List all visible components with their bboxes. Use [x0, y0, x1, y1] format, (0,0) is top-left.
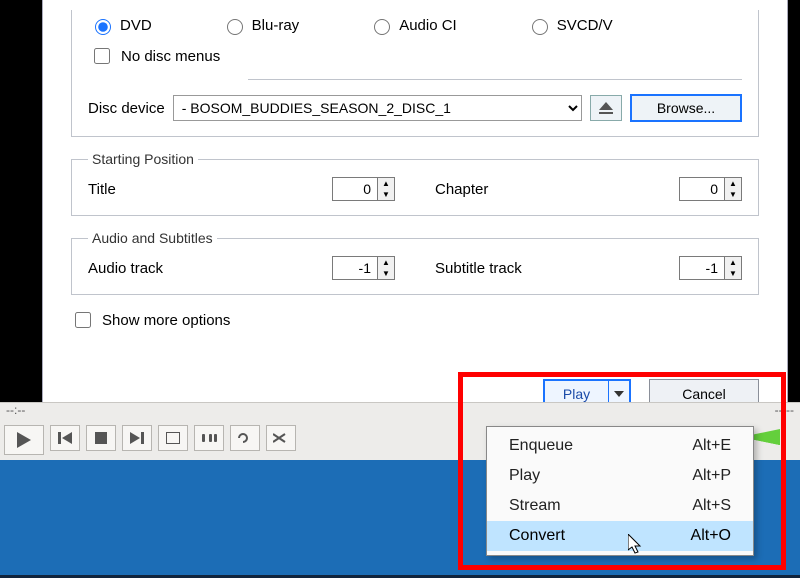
radio-bluray-label: Blu-ray — [252, 17, 300, 34]
title-up[interactable]: ▲ — [378, 178, 394, 189]
chapter-input[interactable] — [680, 178, 724, 200]
radio-dvd-label: DVD — [120, 17, 152, 34]
audio-subtitles-group: Audio and Subtitles Audio track ▲▼ Subti… — [71, 230, 759, 295]
menu-stream-accel: Alt+S — [692, 497, 731, 515]
menu-play-label: Play — [509, 467, 540, 485]
random-button[interactable] — [266, 425, 296, 451]
subtitle-up[interactable]: ▲ — [725, 257, 741, 268]
no-disc-menus-label: No disc menus — [121, 48, 220, 65]
show-more-input[interactable] — [75, 312, 91, 328]
radio-dvd[interactable]: DVD — [90, 16, 152, 35]
eject-button[interactable] — [590, 95, 622, 121]
radio-svcd-label: SVCD/V — [557, 17, 613, 34]
chevron-down-icon — [614, 391, 624, 397]
chapter-down[interactable]: ▼ — [725, 189, 741, 200]
radio-audiocd-label: Audio CI — [399, 17, 457, 34]
title-label: Title — [88, 181, 116, 198]
no-disc-menus-checkbox[interactable]: No disc menus — [88, 45, 742, 67]
prev-track-button[interactable] — [50, 425, 80, 451]
menu-convert[interactable]: Convert Alt+O — [487, 521, 753, 551]
menu-play-accel: Alt+P — [692, 467, 731, 485]
subtitle-down[interactable]: ▼ — [725, 268, 741, 279]
subtitle-track-spinner[interactable]: ▲▼ — [679, 256, 742, 280]
audio-track-label: Audio track — [88, 260, 163, 277]
radio-bluray-input[interactable] — [227, 19, 243, 35]
next-track-button[interactable] — [122, 425, 152, 451]
audio-up[interactable]: ▲ — [378, 257, 394, 268]
chapter-spinner[interactable]: ▲▼ — [679, 177, 742, 201]
subtitle-track-input[interactable] — [680, 257, 724, 279]
time-elapsed: --:-- — [6, 403, 25, 421]
menu-enqueue[interactable]: Enqueue Alt+E — [487, 431, 753, 461]
radio-audiocd[interactable]: Audio CI — [369, 16, 457, 35]
show-more-label: Show more options — [102, 312, 230, 329]
title-down[interactable]: ▼ — [378, 189, 394, 200]
disc-selection-group: DVD Blu-ray Audio CI SVCD/V No disc menu… — [71, 10, 759, 137]
disc-device-select[interactable]: - BOSOM_BUDDIES_SEASON_2_DISC_1 — [173, 95, 582, 121]
menu-convert-label: Convert — [509, 527, 565, 545]
stop-button[interactable] — [86, 425, 116, 451]
menu-convert-accel: Alt+O — [691, 527, 731, 545]
starting-position-group: Starting Position Title ▲▼ Chapter ▲▼ — [71, 151, 759, 216]
eject-icon — [598, 101, 614, 115]
radio-svcd-input[interactable] — [532, 19, 548, 35]
disc-device-label: Disc device — [88, 100, 165, 117]
mouse-cursor — [628, 534, 646, 556]
menu-enqueue-label: Enqueue — [509, 437, 573, 455]
loop-button[interactable] — [230, 425, 260, 451]
menu-stream[interactable]: Stream Alt+S — [487, 491, 753, 521]
radio-svcd[interactable]: SVCD/V — [527, 16, 613, 35]
playlist-button[interactable] — [194, 425, 224, 451]
radio-bluray[interactable]: Blu-ray — [222, 16, 300, 35]
audio-down[interactable]: ▼ — [378, 268, 394, 279]
menu-enqueue-accel: Alt+E — [692, 437, 731, 455]
fullscreen-button[interactable] — [158, 425, 188, 451]
browse-button[interactable]: Browse... — [630, 94, 742, 122]
show-more-options-checkbox[interactable]: Show more options — [71, 309, 759, 331]
chapter-up[interactable]: ▲ — [725, 178, 741, 189]
no-disc-menus-input[interactable] — [94, 48, 110, 64]
starting-position-legend: Starting Position — [88, 151, 198, 167]
radio-dvd-input[interactable] — [95, 19, 111, 35]
title-spinner[interactable]: ▲▼ — [332, 177, 395, 201]
radio-audiocd-input[interactable] — [374, 19, 390, 35]
audio-track-input[interactable] — [333, 257, 377, 279]
chapter-label: Chapter — [435, 181, 488, 198]
audio-subtitles-legend: Audio and Subtitles — [88, 230, 217, 246]
menu-play[interactable]: Play Alt+P — [487, 461, 753, 491]
title-input[interactable] — [333, 178, 377, 200]
audio-track-spinner[interactable]: ▲▼ — [332, 256, 395, 280]
play-dropdown-menu: Enqueue Alt+E Play Alt+P Stream Alt+S Co… — [486, 426, 754, 556]
subtitle-track-label: Subtitle track — [435, 260, 522, 277]
menu-stream-label: Stream — [509, 497, 561, 515]
play-button-toolbar[interactable] — [4, 425, 44, 455]
time-total: --:-- — [775, 403, 794, 421]
open-media-dialog: DVD Blu-ray Audio CI SVCD/V No disc menu… — [42, 0, 788, 422]
